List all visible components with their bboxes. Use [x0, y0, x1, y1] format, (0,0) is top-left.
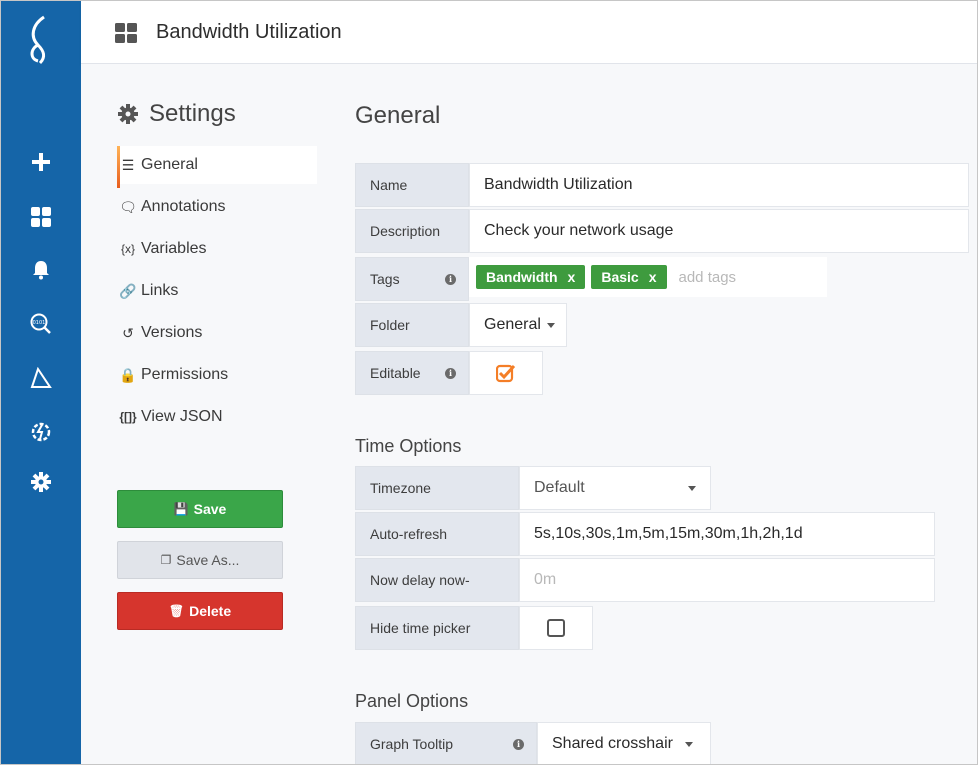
- tag-basic: Basic x: [591, 265, 667, 289]
- checkbox-unchecked-icon: [547, 619, 565, 637]
- editable-checkbox[interactable]: [469, 351, 543, 395]
- tags-input[interactable]: Bandwidth x Basic x add tags: [469, 257, 827, 297]
- info-icon[interactable]: i: [445, 367, 456, 379]
- menu-item-links[interactable]: 🔗 Links: [117, 272, 317, 310]
- variable-icon: {x}: [120, 242, 135, 256]
- explore-icon[interactable]: 0101: [28, 311, 54, 337]
- comment-icon: 🗨: [119, 198, 137, 215]
- menu-item-general[interactable]: ☰ General: [117, 146, 317, 184]
- time-options-title: Time Options: [355, 436, 462, 456]
- save-button[interactable]: 💾 Save: [117, 490, 283, 528]
- floppy-icon: 💾: [173, 502, 189, 516]
- tags-row: Tags i Bandwidth x Basic x add tags: [355, 257, 827, 301]
- active-indicator: [117, 146, 120, 188]
- settings-content: General Name Bandwidth Utilization Descr…: [319, 64, 977, 764]
- folder-row: Folder General: [355, 303, 567, 347]
- cog-icon: [118, 104, 138, 124]
- plus-icon[interactable]: [28, 149, 54, 175]
- graph-tooltip-row: Graph Tooltip i Shared crosshair: [355, 722, 711, 764]
- window: 0101 Bandwidth Utilization Settings ☰ Ge…: [0, 0, 978, 765]
- tags-label: Tags i: [355, 257, 469, 301]
- caret-down-icon: [684, 741, 693, 747]
- general-title: General: [355, 102, 441, 129]
- graph-tooltip-select[interactable]: Shared crosshair: [537, 722, 711, 764]
- trash-icon: 🗑: [168, 604, 185, 618]
- lock-icon: 🔒: [119, 366, 137, 383]
- gear-icon[interactable]: [28, 469, 54, 495]
- caret-down-icon: [688, 485, 696, 491]
- checkbox-checked-icon: [496, 364, 516, 383]
- json-icon: {[]}: [119, 410, 137, 424]
- nowdelay-input[interactable]: 0m: [519, 558, 935, 602]
- info-icon[interactable]: i: [513, 738, 524, 750]
- editable-label: Editable i: [355, 351, 469, 395]
- timezone-select[interactable]: Default: [519, 466, 711, 510]
- menu-item-variables[interactable]: {x} Variables: [117, 230, 317, 268]
- folder-select[interactable]: General: [469, 303, 567, 347]
- settings-heading: Settings: [117, 100, 236, 128]
- svg-text:0101: 0101: [33, 320, 46, 326]
- menu-item-annotations[interactable]: 🗨 Annotations: [117, 188, 317, 226]
- info-icon[interactable]: i: [445, 273, 456, 285]
- menu-item-view-json[interactable]: {[]} View JSON: [117, 398, 317, 436]
- folder-label: Folder: [355, 303, 469, 347]
- name-input[interactable]: Bandwidth Utilization: [469, 163, 969, 207]
- logo[interactable]: [1, 1, 81, 79]
- triangle-icon[interactable]: [28, 365, 54, 391]
- name-row: Name Bandwidth Utilization: [355, 163, 969, 207]
- hidepicker-checkbox[interactable]: [519, 606, 593, 650]
- menu-item-versions[interactable]: ↺ Versions: [117, 314, 317, 352]
- link-icon: 🔗: [119, 282, 137, 299]
- history-icon: ↺: [122, 324, 134, 341]
- tags-placeholder: add tags: [678, 268, 737, 286]
- autorefresh-label: Auto-refresh: [355, 512, 519, 556]
- copy-icon: ❐: [160, 553, 172, 567]
- description-label: Description: [355, 209, 469, 253]
- description-row: Description Check your network usage: [355, 209, 969, 253]
- editable-row: Editable i: [355, 351, 543, 395]
- timezone-row: Timezone Default: [355, 466, 711, 510]
- delete-button[interactable]: 🗑 Delete: [117, 592, 283, 630]
- hidepicker-row: Hide time picker: [355, 606, 593, 650]
- top-bar: Bandwidth Utilization: [81, 1, 977, 64]
- dashboard-grid-icon: [115, 23, 137, 48]
- caret-down-icon: [546, 322, 555, 328]
- dashboards-icon[interactable]: [28, 204, 54, 230]
- nowdelay-row: Now delay now- 0m: [355, 558, 935, 602]
- hidepicker-label: Hide time picker: [355, 606, 519, 650]
- plugin-icon[interactable]: [28, 419, 54, 445]
- timezone-label: Timezone: [355, 466, 519, 510]
- name-label: Name: [355, 163, 469, 207]
- bell-icon[interactable]: [28, 257, 54, 283]
- tag-remove-icon[interactable]: x: [568, 269, 576, 285]
- sliders-icon: ☰: [121, 156, 135, 173]
- autorefresh-row: Auto-refresh 5s,10s,30s,1m,5m,15m,30m,1h…: [355, 512, 935, 556]
- menu-item-permissions[interactable]: 🔒 Permissions: [117, 356, 317, 394]
- graph-tooltip-label: Graph Tooltip i: [355, 722, 537, 764]
- tag-bandwidth: Bandwidth x: [476, 265, 586, 289]
- nowdelay-label: Now delay now-: [355, 558, 519, 602]
- autorefresh-input[interactable]: 5s,10s,30s,1m,5m,15m,30m,1h,2h,1d: [519, 512, 935, 556]
- save-as-button[interactable]: ❐ Save As...: [117, 541, 283, 579]
- dashboard-title[interactable]: Bandwidth Utilization: [156, 21, 342, 44]
- side-nav: 0101: [1, 1, 81, 764]
- tag-remove-icon[interactable]: x: [649, 269, 657, 285]
- settings-menu: Settings ☰ General 🗨 Annotations {x} Var…: [81, 64, 319, 764]
- panel-options-title: Panel Options: [355, 691, 469, 711]
- description-input[interactable]: Check your network usage: [469, 209, 969, 253]
